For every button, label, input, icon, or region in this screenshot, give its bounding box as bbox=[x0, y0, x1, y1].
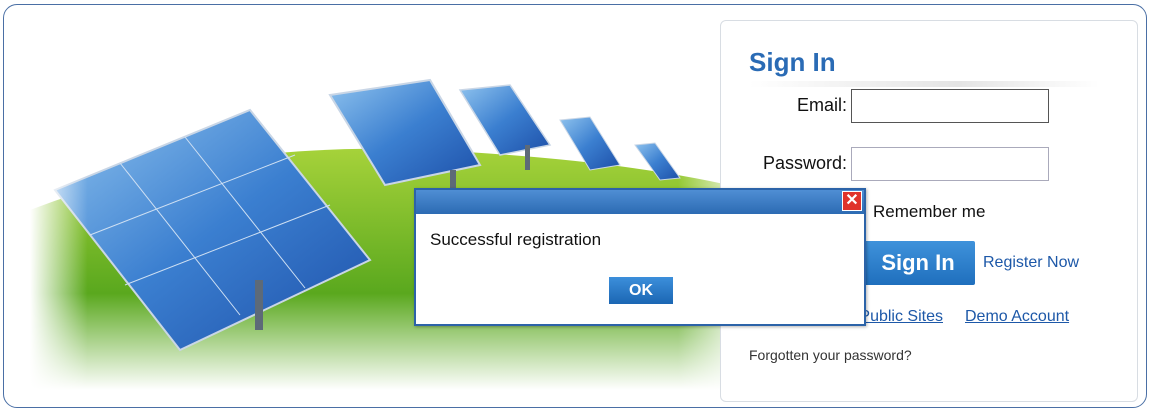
forgot-password-link[interactable]: Forgotten your password? bbox=[749, 347, 912, 363]
ok-button[interactable]: OK bbox=[609, 277, 673, 304]
demo-account-link[interactable]: Demo Account bbox=[965, 308, 1069, 326]
dialog-title-bar[interactable] bbox=[416, 190, 864, 214]
title-divider bbox=[749, 81, 1099, 87]
close-icon[interactable]: ✕ bbox=[842, 191, 862, 211]
signin-title: Sign In bbox=[749, 47, 836, 77]
email-field[interactable] bbox=[851, 89, 1049, 123]
password-field[interactable] bbox=[851, 147, 1049, 181]
password-label: Password: bbox=[762, 153, 847, 173]
email-label: Email: bbox=[796, 95, 847, 115]
register-now-link[interactable]: Register Now bbox=[983, 254, 1079, 272]
dialog-message: Successful registration bbox=[430, 230, 602, 249]
remember-me-label[interactable]: Remember me bbox=[873, 202, 985, 222]
registration-dialog: ✕ Successful registration OK bbox=[414, 188, 866, 326]
signin-button[interactable]: Sign In bbox=[861, 241, 975, 285]
